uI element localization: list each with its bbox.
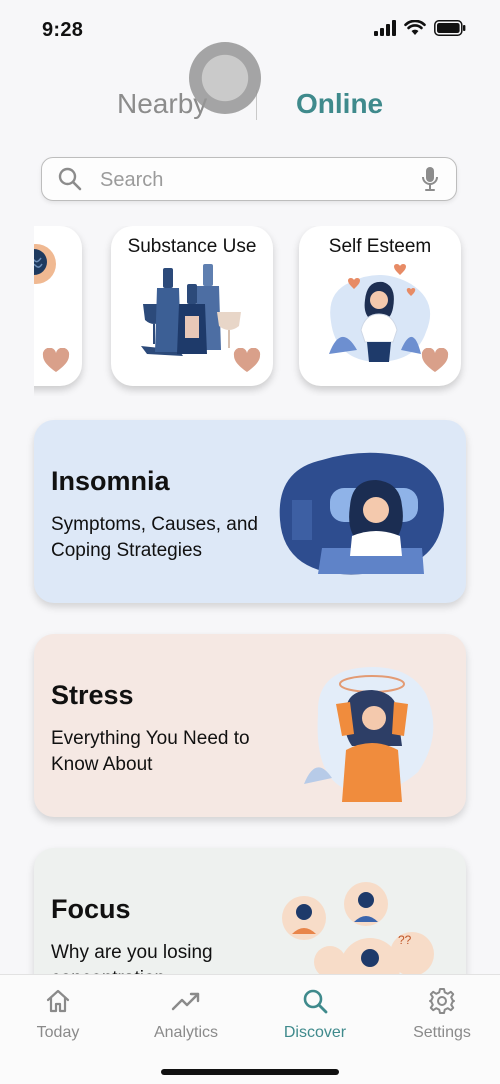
feature-title: Insomnia bbox=[51, 466, 170, 496]
topic-illustration bbox=[141, 264, 241, 356]
search-bar[interactable] bbox=[41, 157, 457, 201]
search-icon bbox=[303, 989, 328, 1014]
tab-label: Settings bbox=[413, 1024, 471, 1041]
tab-label: Analytics bbox=[153, 1024, 219, 1041]
feature-card-insomnia[interactable]: Insomnia Symptoms, Causes, and Coping St… bbox=[34, 420, 466, 603]
touch-indicator bbox=[189, 42, 261, 114]
stress-illustration bbox=[304, 667, 434, 802]
tab-label: Today bbox=[36, 1024, 80, 1041]
tab-bar: Today Analytics Discover Settings bbox=[0, 974, 500, 1084]
status-time: 9:28 bbox=[42, 19, 84, 41]
tab-settings[interactable]: Settings bbox=[387, 987, 497, 1042]
svg-text:??: ?? bbox=[398, 933, 412, 947]
home-indicator bbox=[161, 1069, 339, 1075]
feature-subtitle: Everything You Need to Know About bbox=[51, 728, 250, 775]
microphone-icon[interactable] bbox=[420, 166, 440, 194]
feature-card-stress[interactable]: Stress Everything You Need to Know About bbox=[34, 634, 466, 817]
topic-card[interactable] bbox=[34, 226, 82, 386]
focus-illustration: ?? bbox=[282, 882, 434, 978]
topic-card-substance-use[interactable]: Substance Use bbox=[111, 226, 273, 386]
topic-illustration bbox=[34, 244, 56, 284]
topic-title: Self Esteem bbox=[328, 236, 432, 257]
status-icons bbox=[374, 20, 466, 36]
tab-label: Discover bbox=[283, 1024, 347, 1041]
battery-icon bbox=[434, 20, 466, 36]
segment-online[interactable]: Online bbox=[296, 88, 383, 120]
wifi-icon bbox=[404, 20, 426, 35]
trend-icon bbox=[171, 992, 200, 1011]
tab-today[interactable]: Today bbox=[3, 987, 113, 1042]
cellular-signal-icon bbox=[374, 20, 396, 36]
topic-title: Substance Use bbox=[127, 236, 257, 257]
topic-carousel[interactable]: Substance Use Self Esteem bbox=[34, 226, 500, 396]
insomnia-illustration bbox=[279, 452, 444, 575]
search-input[interactable] bbox=[98, 166, 402, 194]
tab-analytics[interactable]: Analytics bbox=[131, 987, 241, 1042]
tab-discover[interactable]: Discover bbox=[260, 987, 370, 1042]
search-icon bbox=[58, 167, 82, 191]
heart-icon[interactable] bbox=[421, 348, 449, 374]
topic-card-self-esteem[interactable]: Self Esteem bbox=[299, 226, 461, 386]
heart-icon[interactable] bbox=[233, 348, 261, 374]
feature-title: Focus bbox=[51, 894, 131, 924]
heart-icon[interactable] bbox=[42, 348, 70, 374]
feature-title: Stress bbox=[51, 680, 134, 710]
status-bar: 9:28 bbox=[0, 0, 500, 60]
feature-subtitle: Symptoms, Causes, and Coping Strategies bbox=[51, 514, 258, 561]
gear-icon bbox=[429, 988, 455, 1014]
home-icon bbox=[46, 989, 70, 1013]
